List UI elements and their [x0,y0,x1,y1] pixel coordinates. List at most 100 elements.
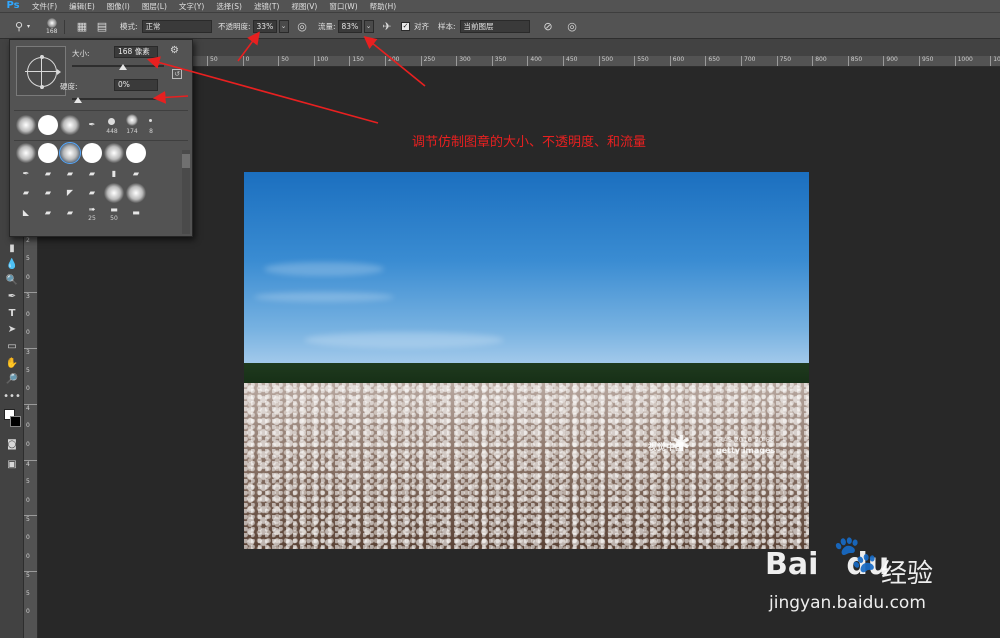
ruler-tick: 500 [598,56,613,66]
recent-brush-174[interactable] [126,114,138,126]
pressure-size-icon[interactable]: ◎ [565,20,579,34]
mode-select[interactable]: 正常 [141,20,212,33]
menu-edit[interactable]: 编辑(E) [63,1,101,12]
preset-brush-shape[interactable]: ▮ [104,164,124,184]
background-color-swatch[interactable] [10,416,21,427]
pressure-opacity-icon[interactable]: ◎ [295,20,309,34]
gear-icon[interactable]: ⚙ [170,45,179,56]
ruler-tick: 950 [919,56,933,66]
rectangle-tool-icon[interactable]: ▭ [3,339,21,355]
ruler-tick: 0 [26,422,30,430]
preset-brush-shape[interactable]: ▬ [126,203,146,223]
preset-brush-shape[interactable]: ▰ [16,183,36,203]
quick-mask-icon[interactable]: ◙ [3,437,21,453]
opacity-dropdown[interactable]: ⌄ [278,20,289,33]
menu-file[interactable]: 文件(F) [26,1,63,12]
blur-tool-icon[interactable]: 💧 [3,257,21,273]
screen-mode-icon[interactable]: ▣ [3,457,21,473]
sample-label: 样本: [438,22,456,31]
menu-type[interactable]: 文字(Y) [173,1,210,12]
preset-brush[interactable] [126,143,146,163]
preset-brush-shape[interactable]: ▰ [38,164,58,184]
brush-preset-icon[interactable] [46,18,57,28]
preset-brush[interactable] [126,183,146,203]
options-bar: ⚲ ▾ 168 ▦ ▤ 模式: 正常 不透明度: 33% ⌄ ◎ 流量: 83%… [0,12,1000,39]
ruler-tick: 450 [563,56,577,66]
size-slider-thumb[interactable] [118,64,127,70]
preset-brush-shape[interactable]: ✒ [16,164,36,184]
menu-view[interactable]: 视图(V) [285,1,323,12]
preset-brush-selected[interactable] [59,142,81,164]
opacity-input[interactable]: 33% [252,20,277,33]
recent-brush-size: 8 [149,128,153,135]
recent-brush-hard[interactable] [38,115,58,135]
sample-select[interactable]: 当前图层 [459,20,530,33]
canvas-image-cotton-field[interactable]: 视觉中国 ✱ TRAS 2016 70 88 getty images [244,172,809,549]
airbrush-icon[interactable]: ✈ [380,20,394,34]
hardness-input[interactable]: 0% [114,79,158,91]
recent-brush-448[interactable] [108,118,115,125]
preset-brush-shape[interactable]: ▰ [60,164,80,184]
preset-brush-size: 25 [88,215,96,222]
menu-select[interactable]: 选择(S) [210,1,248,12]
photo-cloud [304,332,504,348]
preset-brush-shape[interactable]: ▰ [126,164,146,184]
ruler-tick: 50 [207,56,218,66]
recent-brush-shape[interactable]: ✒ [82,115,102,135]
hardness-slider-thumb[interactable] [74,97,82,103]
recent-brush-size: 448 [106,128,118,135]
tool-preset-dropdown-icon[interactable]: ▾ [27,23,30,30]
angle-arrow-icon[interactable] [57,69,61,75]
preset-brush[interactable] [16,143,36,163]
size-input[interactable]: 168 像素 [114,46,158,58]
recent-brush-8[interactable] [149,119,152,122]
preset-brush[interactable] [82,143,102,163]
brush-angle-axis [25,71,59,72]
menu-image[interactable]: 图像(I) [101,1,136,12]
preset-brush-shape[interactable]: ▰ [82,164,102,184]
ignore-adjustment-layers-icon[interactable]: ⊘ [541,20,555,34]
preset-brush-shape[interactable]: ◤ [60,183,80,203]
flip-icon[interactable]: ↺ [172,69,182,79]
align-checkbox[interactable]: ✓ [401,22,410,31]
menu-help[interactable]: 帮助(H) [364,1,403,12]
ruler-tick: 0 [26,608,30,616]
roundness-handle[interactable] [40,85,44,89]
roundness-handle[interactable] [40,55,44,59]
menu-window[interactable]: 窗口(W) [323,1,363,12]
preset-brush[interactable] [38,143,58,163]
clone-stamp-tool-icon[interactable]: ⚲ [12,20,26,34]
type-tool-icon[interactable]: T [3,306,21,322]
ruler-tick: 1000 [954,56,973,66]
preset-brush-shape[interactable]: ▰ [60,203,80,223]
preset-brush-shape[interactable]: ▰ [38,183,58,203]
flow-dropdown[interactable]: ⌄ [363,20,374,33]
flow-input[interactable]: 83% [337,20,362,33]
annotation-text: 调节仿制图章的大小、不透明度、和流量 [412,135,647,150]
brush-preset-picker: 大小: 168 像素 ⚙ ↺ 硬度: 0% ✒ 448 174 8 ✒ ▰ ▰ … [9,39,193,237]
dodge-tool-icon[interactable]: 🔍 [3,273,21,289]
ruler-tick: 250 [420,56,435,66]
zoom-tool-icon[interactable]: 🔎 [3,372,21,388]
menu-layer[interactable]: 图层(L) [136,1,173,12]
brush-tip-preview[interactable] [16,46,66,96]
align-label: 对齐 [414,22,429,31]
ruler-tick: 800 [812,56,827,66]
hand-tool-icon[interactable]: ✋ [3,356,21,372]
recent-brush-soft[interactable] [16,115,36,135]
preset-brush-shape[interactable]: ◣ [16,203,36,223]
preset-scrollbar[interactable] [182,150,190,234]
path-selection-tool-icon[interactable]: ➤ [3,322,21,338]
preset-brush-shape[interactable]: ▰ [38,203,58,223]
toggle-clone-source-icon[interactable]: ▤ [95,20,109,34]
more-tools-icon[interactable]: ••• [3,389,21,405]
photo-tree-line [244,363,809,383]
pen-tool-icon[interactable]: ✒ [3,289,21,305]
recent-brush-soft[interactable] [60,115,80,135]
preset-brush[interactable] [104,143,124,163]
gradient-tool-icon[interactable]: ▮ [3,241,21,257]
menu-filter[interactable]: 滤镜(T) [248,1,285,12]
hardness-slider[interactable] [72,98,164,100]
toggle-brush-panel-icon[interactable]: ▦ [75,20,89,34]
preset-scrollbar-thumb[interactable] [182,154,190,168]
